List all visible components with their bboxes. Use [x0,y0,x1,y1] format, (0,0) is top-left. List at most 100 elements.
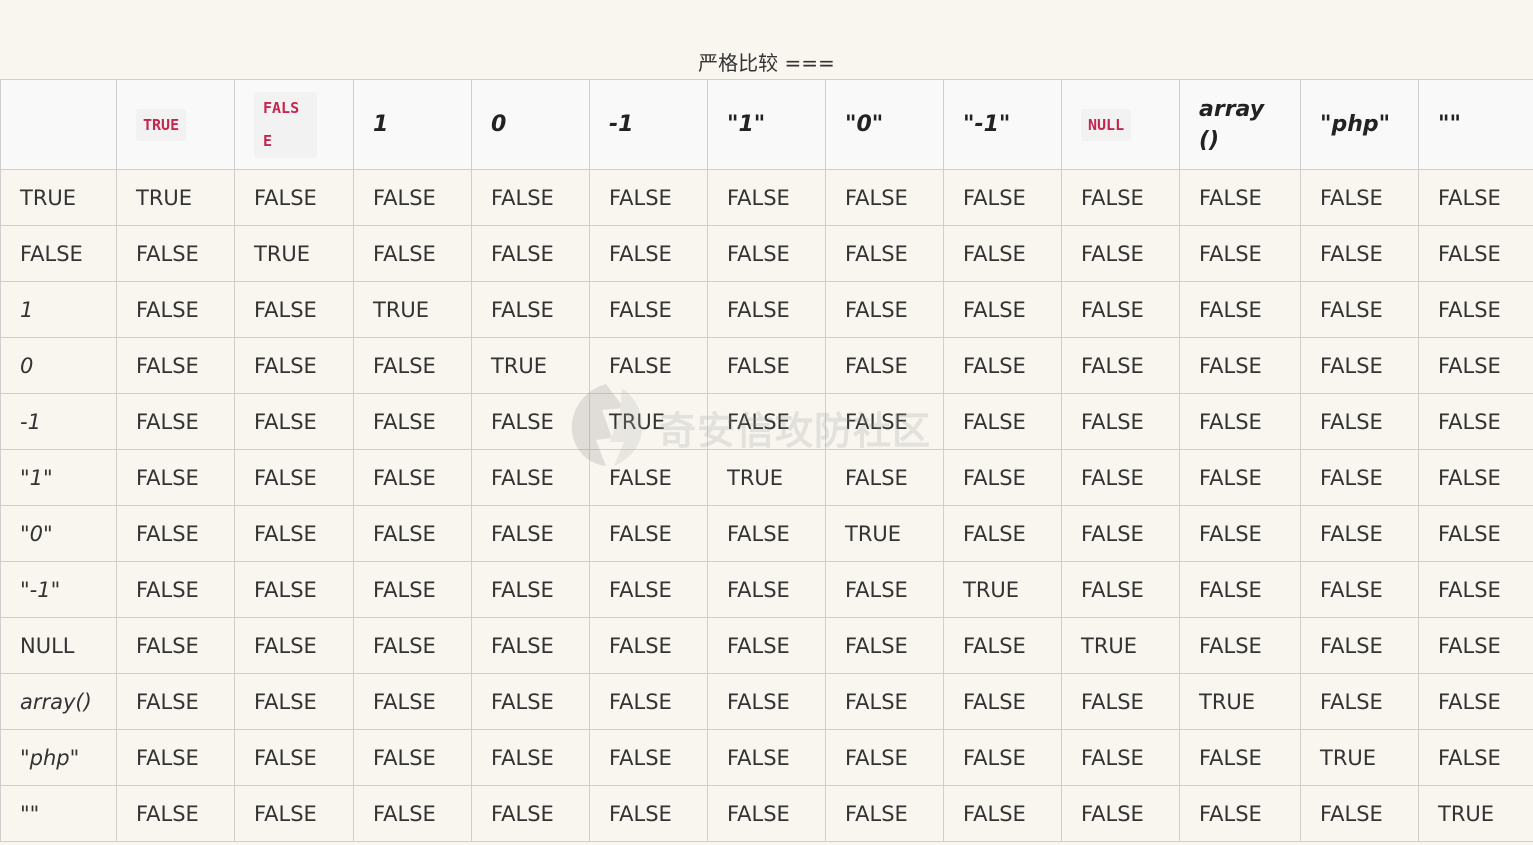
result-cell: FALSE [1179,561,1301,618]
result-cell: FALSE [116,393,235,450]
header-cell: "1" [707,79,826,170]
result-cell: FALSE [943,281,1062,338]
result-cell: FALSE [1300,393,1419,450]
row-header-cell: 1 [0,281,117,338]
result-cell: FALSE [471,617,590,674]
result-cell: FALSE [116,729,235,786]
result-cell: FALSE [116,505,235,562]
row-header-cell: 0 [0,337,117,394]
table-row: array() FALSE FALSE FALSE FALSE FALSE FALSE FAL… [0,673,1533,730]
result-cell: FALSE [116,785,235,842]
table-caption: 严格比较 === [698,51,835,75]
result-cell: FALSE [1179,505,1301,562]
result-cell: TRUE [1418,785,1533,842]
result-cell: FALSE [1418,617,1533,674]
result-cell: FALSE [116,337,235,394]
result-cell: FALSE [234,169,354,226]
result-cell: FALSE [1418,505,1533,562]
code-literal: NULL [1081,108,1132,141]
result-cell: FALSE [353,449,472,506]
result-cell: FALSE [825,225,944,282]
result-cell: FALSE [589,225,708,282]
result-cell: FALSE [589,785,708,842]
table-row: "php" FALSE FALSE FALSE FALSE FALSE FALSE FALSE… [0,729,1533,786]
row-header-cell: "-1" [0,561,117,618]
header-cell: "-1" [943,79,1062,170]
result-cell: FALSE [825,561,944,618]
result-cell: TRUE [353,281,472,338]
result-cell: FALSE [1061,673,1180,730]
result-cell: FALSE [116,281,235,338]
header-cell: NULL [1061,79,1180,170]
table-header: TRUE FALSE 1 0 -1 "1" "0" "-1" NULL array() "php" "… [0,79,1533,170]
result-cell: FALSE [1061,729,1180,786]
result-cell: FALSE [234,449,354,506]
result-cell: FALSE [1300,449,1419,506]
result-cell: FALSE [471,505,590,562]
result-cell: FALSE [234,337,354,394]
table-row: "1" FALSE FALSE FALSE FALSE FALSE TRUE FALSE FAL… [0,449,1533,506]
result-cell: FALSE [1061,225,1180,282]
header-cell: 1 [353,79,472,170]
result-cell: FALSE [1418,281,1533,338]
result-cell: FALSE [353,169,472,226]
result-cell: FALSE [1179,729,1301,786]
result-cell: FALSE [234,281,354,338]
result-cell: FALSE [1418,393,1533,450]
result-cell: FALSE [471,673,590,730]
result-cell: FALSE [471,393,590,450]
row-header-cell: array() [0,673,117,730]
header-row: TRUE FALSE 1 0 -1 "1" "0" "-1" NULL array() "php" "… [0,79,1533,170]
result-cell: TRUE [1300,729,1419,786]
table-row: NULL FALSE FALSE FALSE FALSE FALSE FALSE FALSE F… [0,617,1533,674]
result-cell: FALSE [943,393,1062,450]
result-cell: FALSE [234,785,354,842]
result-cell: FALSE [589,729,708,786]
result-cell: FALSE [1418,449,1533,506]
result-cell: FALSE [707,393,826,450]
header-cell: FALSE [234,79,354,170]
result-cell: FALSE [825,785,944,842]
result-cell: FALSE [353,561,472,618]
row-header-cell: "0" [0,505,117,562]
result-cell: FALSE [471,785,590,842]
result-cell: FALSE [1061,169,1180,226]
result-cell: FALSE [1418,673,1533,730]
result-cell: FALSE [943,449,1062,506]
result-cell: FALSE [943,785,1062,842]
result-cell: FALSE [234,673,354,730]
row-header-cell: "php" [0,729,117,786]
header-cell: 0 [471,79,590,170]
result-cell: FALSE [1418,729,1533,786]
header-cell: "0" [825,79,944,170]
result-cell: FALSE [1061,337,1180,394]
table-row: "-1" FALSE FALSE FALSE FALSE FALSE FALSE FALSE T… [0,561,1533,618]
result-cell: FALSE [825,393,944,450]
result-cell: FALSE [1300,337,1419,394]
result-cell: FALSE [707,729,826,786]
result-cell: FALSE [707,617,826,674]
result-cell: FALSE [1300,561,1419,618]
result-cell: FALSE [707,785,826,842]
result-cell: FALSE [471,169,590,226]
result-cell: FALSE [116,617,235,674]
result-cell: FALSE [116,449,235,506]
result-cell: FALSE [353,225,472,282]
result-cell: FALSE [1300,225,1419,282]
table-row: "" FALSE FALSE FALSE FALSE FALSE FALSE FALSE FAL… [0,785,1533,842]
result-cell: FALSE [1418,561,1533,618]
result-cell: FALSE [471,729,590,786]
header-cell: "php" [1300,79,1419,170]
result-cell: FALSE [943,729,1062,786]
header-cell: "" [1418,79,1533,170]
result-cell: FALSE [1061,505,1180,562]
result-cell: FALSE [1179,225,1301,282]
result-cell: FALSE [1179,785,1301,842]
result-cell: FALSE [1179,337,1301,394]
result-cell: TRUE [707,449,826,506]
result-cell: FALSE [1418,337,1533,394]
result-cell: FALSE [1300,281,1419,338]
result-cell: FALSE [589,337,708,394]
table-row: FALSE FALSE TRUE FALSE FALSE FALSE FALSE FALSE F… [0,225,1533,282]
result-cell: FALSE [1061,449,1180,506]
